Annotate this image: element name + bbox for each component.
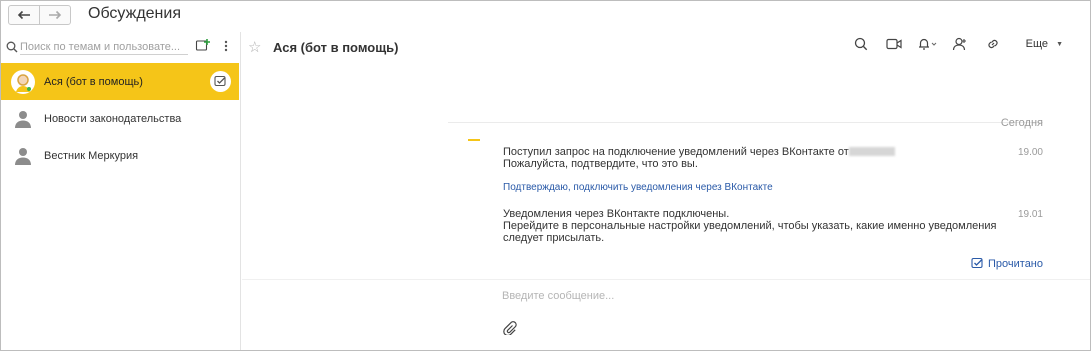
chat-toolbar: Еще ▼ <box>839 34 1063 54</box>
conversation-item-asya[interactable]: Ася (бот в помощь) <box>1 63 239 100</box>
message-1: Поступил запрос на подключение уведомлен… <box>503 146 895 170</box>
window-title: Обсуждения <box>88 5 181 22</box>
new-discussion-button[interactable] <box>195 38 211 54</box>
notifications-button[interactable] <box>916 35 938 53</box>
conversation-item-mercury[interactable]: Вестник Меркурия <box>1 137 239 174</box>
search-button[interactable] <box>850 35 872 53</box>
conversation-list: Ася (бот в помощь) Новости законодательс… <box>1 63 239 174</box>
arrow-left-icon <box>17 10 30 20</box>
conversation-name: Ася (бот в помощь) <box>44 75 143 88</box>
conversation-item-news[interactable]: Новости законодательства <box>1 100 239 137</box>
more-dropdown[interactable]: Еще ▼ <box>1026 38 1063 50</box>
back-button[interactable] <box>9 6 39 24</box>
participants-button[interactable] <box>949 35 971 53</box>
message-2: Уведомления через ВКонтакте подключены. … <box>503 208 996 244</box>
bell-icon <box>918 38 937 50</box>
confirm-notifications-link[interactable]: Подтверждаю, подключить уведомления чере… <box>503 182 773 193</box>
arrow-right-icon <box>49 10 62 20</box>
video-call-button[interactable] <box>883 35 905 53</box>
copy-link-button[interactable] <box>982 35 1004 53</box>
search-input[interactable] <box>20 39 188 55</box>
forward-button[interactable] <box>39 6 70 24</box>
more-menu-button[interactable] <box>221 38 231 54</box>
kebab-icon <box>224 40 228 52</box>
message-line: следует присылать. <box>503 232 605 244</box>
sidebar: Ася (бот в помощь) Новости законодательс… <box>1 32 241 350</box>
link-icon <box>988 39 998 49</box>
conversation-name: Вестник Меркурия <box>44 149 139 162</box>
redacted-sender <box>848 147 895 156</box>
search-icon <box>6 41 18 53</box>
chat-panel: ☆ Ася (бот в помощь) Еще ▼ Сегодня Посту… <box>242 32 1090 350</box>
user-icon <box>15 147 31 165</box>
check-bubble-icon <box>214 75 226 87</box>
message-time: 19.00 <box>1017 147 1043 158</box>
read-status-button[interactable]: Прочитано <box>971 257 1043 270</box>
chat-title: Ася (бот в помощь) <box>273 40 399 55</box>
search-box <box>6 38 188 56</box>
read-status-label: Прочитано <box>988 257 1043 270</box>
message-text: Поступил запрос на подключение уведомлен… <box>503 146 849 158</box>
message-author-marker <box>468 139 480 141</box>
attach-button[interactable] <box>502 320 518 336</box>
video-icon <box>886 38 902 50</box>
nav-group <box>8 5 71 25</box>
date-separator-line <box>448 122 1043 123</box>
favorite-star-icon[interactable]: ☆ <box>248 38 261 56</box>
chevron-down-icon: ▼ <box>1056 40 1063 48</box>
message-input[interactable] <box>502 290 1062 302</box>
more-label: Еще <box>1025 38 1049 50</box>
compose-divider <box>242 279 1090 280</box>
users-icon <box>952 37 966 51</box>
message-line: Пожалуйста, подтвердите, что это вы. <box>503 158 698 170</box>
conversation-name: Новости законодательства <box>44 112 182 125</box>
user-icon <box>15 110 31 128</box>
message-line: Перейдите в персональные настройки уведо… <box>503 220 997 232</box>
paperclip-icon <box>503 321 517 335</box>
check-bubble-icon <box>971 257 984 270</box>
date-separator-label: Сегодня <box>1000 117 1043 129</box>
bot-avatar <box>11 69 35 94</box>
bot-avatar-icon <box>16 73 31 92</box>
user-avatar <box>11 144 35 168</box>
mark-read-button[interactable] <box>210 71 231 92</box>
message-time: 19.01 <box>1017 209 1043 220</box>
title-bar: Обсуждения <box>0 0 1091 32</box>
new-discussion-icon <box>195 39 210 51</box>
user-avatar <box>11 107 35 131</box>
message-line: Поступил запрос на подключение уведомлен… <box>503 146 895 158</box>
message-line: Уведомления через ВКонтакте подключены. <box>503 208 730 220</box>
search-icon <box>854 37 867 51</box>
